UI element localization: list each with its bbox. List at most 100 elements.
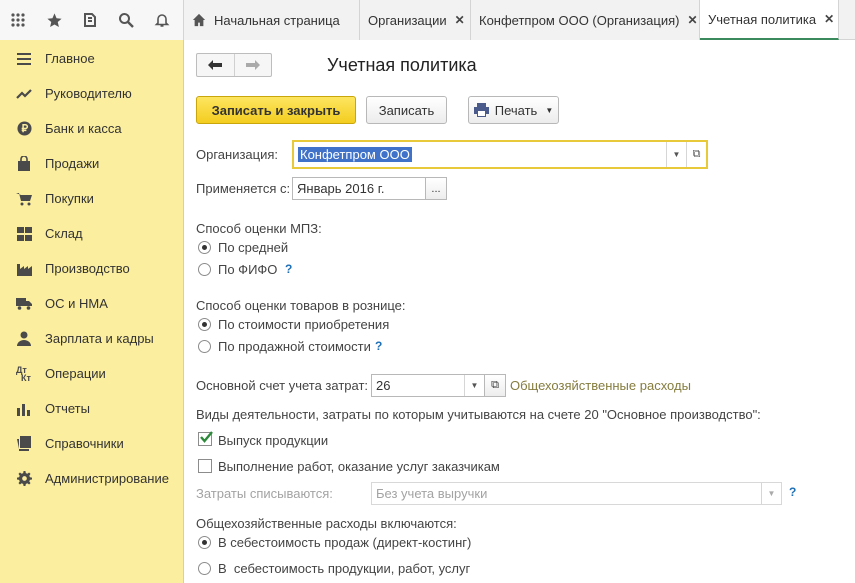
mpz-fifo-radio[interactable]	[198, 263, 211, 276]
production-checkbox[interactable]	[198, 431, 213, 446]
tab-label: Организации	[368, 12, 447, 28]
sidebar-item-label: Продажи	[45, 156, 100, 171]
overhead-cost-label: В себестоимость продукции, работ, услуг	[218, 561, 471, 576]
history-icon[interactable]	[72, 0, 108, 40]
retail-purchase-radio[interactable]	[198, 318, 211, 331]
chevron-down-icon[interactable]: ▼	[666, 142, 686, 167]
account-value: 26	[376, 378, 391, 393]
sidebar-item-main[interactable]: Главное	[0, 41, 183, 76]
tab-label: Учетная политика	[708, 11, 817, 27]
writeoff-label: Затраты списываются:	[196, 486, 333, 501]
star-icon[interactable]	[36, 0, 72, 40]
tab-label: Конфетпром ООО (Организация)	[479, 12, 680, 28]
tab-home[interactable]: Начальная страница	[184, 0, 360, 40]
nav-buttons	[196, 53, 272, 77]
mpz-average-label: По средней	[218, 240, 289, 255]
chevron-down-icon: ▼	[761, 483, 781, 504]
sidebar-item-admin[interactable]: Администрирование	[0, 461, 183, 496]
services-label: Выполнение работ, оказание услуг заказчи…	[218, 459, 500, 474]
sidebar-item-label: Руководителю	[45, 86, 132, 101]
sidebar-item-label: ОС и НМА	[45, 296, 108, 311]
help-icon[interactable]: ?	[375, 339, 382, 353]
mpz-label: Способ оценки МПЗ:	[196, 221, 322, 236]
print-label: Печать	[494, 102, 538, 118]
account-label: Основной счет учета затрат:	[196, 378, 369, 393]
person-icon	[16, 331, 32, 347]
sidebar-item-sales[interactable]: Продажи	[0, 146, 183, 181]
sidebar-item-label: Администрирование	[45, 471, 169, 486]
gear-icon	[16, 471, 32, 487]
back-button[interactable]	[197, 54, 235, 76]
retail-sale-radio[interactable]	[198, 340, 211, 353]
sidebar-item-warehouse[interactable]: Склад	[0, 216, 183, 251]
overhead-direct-label: В себестоимость продаж (директ-костинг)	[218, 535, 472, 550]
org-value: Конфетпром ООО	[298, 147, 412, 162]
chevron-down-icon[interactable]: ▼	[464, 375, 484, 396]
printer-icon	[473, 103, 489, 117]
save-button[interactable]: Записать	[366, 96, 447, 124]
sidebar-item-manager[interactable]: Руководителю	[0, 76, 183, 111]
search-icon[interactable]	[108, 0, 144, 40]
production-label: Выпуск продукции	[218, 433, 329, 448]
ruble-icon	[16, 121, 32, 137]
home-icon	[192, 13, 206, 27]
sidebar-item-operations[interactable]: Дт Кт Операции	[0, 356, 183, 391]
applies-field[interactable]: Январь 2016 г.	[292, 177, 426, 200]
close-icon[interactable]: ✕	[824, 12, 834, 26]
books-icon	[16, 436, 32, 452]
overhead-label: Общехозяйственные расходы включаются:	[196, 516, 457, 531]
tab-organizations[interactable]: Организации ✕	[360, 0, 471, 40]
mpz-average-radio[interactable]	[198, 241, 211, 254]
retail-sale-label: По продажной стоимости	[218, 339, 371, 354]
close-icon[interactable]: ✕	[688, 13, 698, 27]
warehouse-icon	[16, 226, 32, 242]
tab-strip: Начальная страница Организации ✕ Конфетп…	[184, 0, 839, 40]
print-button[interactable]: Печать ▼	[468, 96, 559, 124]
overhead-direct-radio[interactable]	[198, 536, 211, 549]
mpz-fifo-label: По ФИФО	[218, 262, 278, 277]
sidebar-item-catalogs[interactable]: Справочники	[0, 426, 183, 461]
tab-accounting-policy[interactable]: Учетная политика ✕	[700, 0, 839, 40]
save-and-close-button[interactable]: Записать и закрыть	[196, 96, 356, 124]
sidebar-item-label: Производство	[45, 261, 130, 276]
select-period-button[interactable]: ...	[425, 177, 447, 200]
help-icon[interactable]: ?	[285, 262, 292, 276]
services-checkbox[interactable]	[198, 459, 212, 473]
sidebar-item-label: Зарплата и кадры	[45, 331, 154, 346]
chevron-down-icon: ▼	[545, 105, 554, 115]
open-icon[interactable]: ⧉	[686, 142, 706, 167]
sidebar-item-bank[interactable]: Банк и касса	[0, 111, 183, 146]
arrow-right-icon	[245, 60, 260, 70]
forward-button[interactable]	[235, 54, 272, 76]
help-icon[interactable]: ?	[789, 485, 796, 499]
sidebar-item-reports[interactable]: Отчеты	[0, 391, 183, 426]
account-link[interactable]: Общехозяйственные расходы	[510, 378, 691, 393]
check-icon	[200, 431, 213, 443]
truck-icon	[16, 296, 32, 312]
overhead-cost-radio[interactable]	[198, 562, 211, 575]
bag-icon	[16, 156, 32, 172]
apps-grid-icon[interactable]	[0, 0, 36, 40]
menu-icon	[16, 51, 32, 67]
writeoff-field: Без учета выручки ▼	[371, 482, 782, 505]
sidebar-item-fixed-assets[interactable]: ОС и НМА	[0, 286, 183, 321]
account-field[interactable]: 26 ▼	[371, 374, 485, 397]
sidebar: Главное Руководителю Банк и касса Продаж…	[0, 40, 184, 583]
sidebar-item-payroll[interactable]: Зарплата и кадры	[0, 321, 183, 356]
org-label: Организация:	[196, 147, 279, 162]
sidebar-item-label: Отчеты	[45, 401, 90, 416]
tab-label: Начальная страница	[214, 12, 340, 28]
sidebar-item-purchases[interactable]: Покупки	[0, 181, 183, 216]
bell-icon[interactable]	[144, 0, 180, 40]
retail-purchase-label: По стоимости приобретения	[218, 317, 390, 332]
applies-value: Январь 2016 г.	[297, 181, 385, 196]
tab-organization-card[interactable]: Конфетпром ООО (Организация) ✕	[471, 0, 700, 40]
open-icon[interactable]: ⧉	[484, 374, 506, 397]
cart-icon	[16, 191, 32, 207]
sidebar-item-label: Операции	[45, 366, 106, 381]
org-field[interactable]: Конфетпром ООО ▼ ⧉	[292, 140, 708, 169]
sidebar-item-production[interactable]: Производство	[0, 251, 183, 286]
sidebar-item-label: Главное	[45, 51, 95, 66]
activities-label: Виды деятельности, затраты по которым уч…	[196, 407, 761, 422]
close-icon[interactable]: ✕	[455, 13, 465, 27]
